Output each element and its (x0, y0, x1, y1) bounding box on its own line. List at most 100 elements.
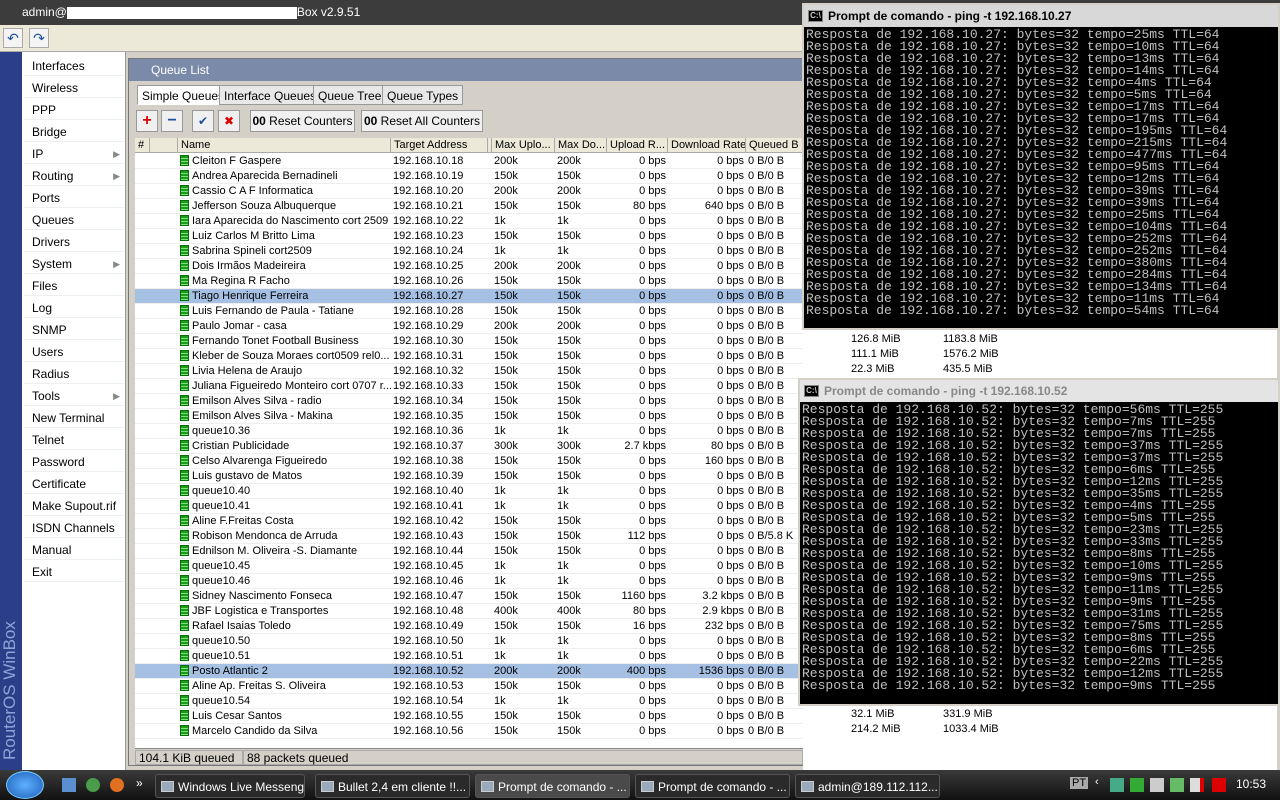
column-header[interactable]: Max Uplo... (492, 138, 555, 153)
table-row[interactable]: Cassio C A F Informatica 192.168.10.20 200… (135, 184, 803, 199)
signal-icon[interactable] (1130, 778, 1144, 792)
menu-item-exit[interactable]: Exit (24, 562, 124, 582)
table-row[interactable]: queue10.36 192.168.10.36 1k 1k 0 bps 0 bps 0 B… (135, 424, 803, 439)
menu-item-files[interactable]: Files (24, 276, 124, 296)
table-row[interactable]: Iara Aparecida do Nascimento cort 2509 19… (135, 214, 803, 229)
table-row[interactable]: Dois Irmãos Madeireira 192.168.10.25 200k 2… (135, 259, 803, 274)
table-row[interactable]: queue10.45 192.168.10.45 1k 1k 0 bps 0 bps 0 B… (135, 559, 803, 574)
table-row[interactable]: queue10.41 192.168.10.41 1k 1k 0 bps 0 bps 0 B… (135, 499, 803, 514)
table-row[interactable]: Sidney Nascimento Fonseca 192.168.10.47 15… (135, 589, 803, 604)
taskbar-button[interactable]: Prompt de comando - ... (475, 774, 630, 798)
menu-item-drivers[interactable]: Drivers (24, 232, 124, 252)
console-window-1[interactable]: C:\ Prompt de comando - ping -t 192.168.1… (802, 3, 1280, 330)
table-row[interactable]: Sabrina Spineli cort2509 192.168.10.24 1k 1… (135, 244, 803, 259)
table-row[interactable]: Ma Regina R Facho 192.168.10.26 150k 150k 0 … (135, 274, 803, 289)
table-row[interactable]: Robison Mendonca de Arruda 192.168.10.43 1… (135, 529, 803, 544)
tab-simple-queues[interactable]: Simple Queues (137, 85, 230, 105)
remove-button[interactable]: − (161, 110, 183, 132)
table-row[interactable]: Marcelo Candido da Silva 192.168.10.56 150… (135, 724, 803, 739)
clock[interactable]: 10:53 (1236, 777, 1266, 791)
table-row[interactable]: Emilson Alves Silva - Makina 192.168.10.3… (135, 409, 803, 424)
tab-queue-tree[interactable]: Queue Tree (313, 85, 387, 105)
menu-item-ip[interactable]: IP ▶ (24, 144, 124, 164)
table-row[interactable]: Rafael Isaias Toledo 192.168.10.49 150k 150… (135, 619, 803, 634)
table-row[interactable]: JBF Logistica e Transportes 192.168.10.48… (135, 604, 803, 619)
table-row[interactable]: Posto Atlantic 2 192.168.10.52 200k 200k 400… (135, 664, 803, 679)
table-row[interactable]: Cristian Publicidade 192.168.10.37 300k 300… (135, 439, 803, 454)
start-button[interactable] (6, 771, 44, 799)
menu-item-routing[interactable]: Routing ▶ (24, 166, 124, 186)
table-row[interactable]: queue10.51 192.168.10.51 1k 1k 0 bps 0 bps 0 B… (135, 649, 803, 664)
table-row[interactable]: Luis gustavo de Matos 192.168.10.39 150k 15… (135, 469, 803, 484)
skype-icon[interactable] (1150, 778, 1164, 792)
firefox-icon[interactable] (110, 778, 124, 792)
redo-button[interactable]: ↷ (29, 28, 49, 48)
menu-item-queues[interactable]: Queues (24, 210, 124, 230)
table-row[interactable]: Luiz Carlos M Britto Lima 192.168.10.23 15… (135, 229, 803, 244)
security-icon[interactable] (1170, 778, 1184, 792)
taskbar-button[interactable]: Bullet 2,4 em cliente !!... (315, 774, 470, 798)
menu-item-wireless[interactable]: Wireless (24, 78, 124, 98)
table-row[interactable]: Tiago Henrique Ferreira 192.168.10.27 150k… (135, 289, 803, 304)
table-row[interactable]: Luis Fernando de Paula - Tatiane 192.168.… (135, 304, 803, 319)
table-row[interactable]: queue10.54 192.168.10.54 1k 1k 0 bps 0 bps 0 B… (135, 694, 803, 709)
disable-button[interactable]: ✖ (218, 110, 240, 132)
menu-item-new-terminal[interactable]: New Terminal (24, 408, 124, 428)
menu-item-ppp[interactable]: PPP (24, 100, 124, 120)
menu-item-isdn-channels[interactable]: ISDN Channels (24, 518, 124, 538)
table-row[interactable]: Andrea Aparecida Bernadineli 192.168.10.1… (135, 169, 803, 184)
column-header[interactable]: Download Rate (668, 138, 746, 153)
table-row[interactable]: Kleber de Souza Moraes cort0509 rel0... 1… (135, 349, 803, 364)
table-row[interactable]: Jefferson Souza Albuquerque 192.168.10.21… (135, 199, 803, 214)
table-row[interactable]: queue10.40 192.168.10.40 1k 1k 0 bps 0 bps 0 B… (135, 484, 803, 499)
menu-item-system[interactable]: System ▶ (24, 254, 124, 274)
table-row-partial[interactable] (135, 739, 803, 748)
enable-button[interactable]: ✔ (192, 110, 214, 132)
tray-expand-icon[interactable]: ‹ (1095, 776, 1099, 788)
add-button[interactable]: + (136, 110, 158, 132)
menu-item-certificate[interactable]: Certificate (24, 474, 124, 494)
table-row[interactable]: Emilson Alves Silva - radio 192.168.10.34… (135, 394, 803, 409)
column-header[interactable]: Max Do... (555, 138, 607, 153)
menu-item-manual[interactable]: Manual (24, 540, 124, 560)
table-row[interactable]: Celso Alvarenga Figueiredo 192.168.10.38 1… (135, 454, 803, 469)
menu-item-password[interactable]: Password (24, 452, 124, 472)
antivirus-icon[interactable] (1212, 778, 1226, 792)
menu-item-snmp[interactable]: SNMP (24, 320, 124, 340)
table-row[interactable]: Aline F.Freitas Costa 192.168.10.42 150k 15… (135, 514, 803, 529)
taskbar-button[interactable]: Prompt de comando - ... (635, 774, 790, 798)
column-header[interactable]: # (135, 138, 150, 153)
table-row[interactable]: Fernando Tonet Football Business 192.168.… (135, 334, 803, 349)
table-row[interactable]: Ednilson M. Oliveira -S. Diamante 192.168… (135, 544, 803, 559)
column-header[interactable]: Upload R... (607, 138, 668, 153)
console-window-2[interactable]: C:\ Prompt de comando - ping -t 192.168.1… (798, 378, 1280, 706)
tab-queue-types[interactable]: Queue Types (382, 85, 464, 105)
menu-item-tools[interactable]: Tools ▶ (24, 386, 124, 406)
table-row[interactable]: Juliana Figueiredo Monteiro cort 0707 r.… (135, 379, 803, 394)
language-indicator[interactable]: PT (1070, 777, 1089, 789)
table-row[interactable]: Livia Helena de Araujo 192.168.10.32 150k 1… (135, 364, 803, 379)
column-header[interactable]: Queued B (746, 138, 803, 153)
more-icon[interactable]: » (136, 776, 143, 790)
table-row[interactable]: queue10.46 192.168.10.46 1k 1k 0 bps 0 bps 0 B… (135, 574, 803, 589)
menu-item-telnet[interactable]: Telnet (24, 430, 124, 450)
menu-item-radius[interactable]: Radius (24, 364, 124, 384)
show-desktop-icon[interactable] (62, 778, 76, 792)
menu-item-make-supout-rif[interactable]: Make Supout.rif (24, 496, 124, 516)
reset-all-counters-button[interactable]: 00 Reset All Counters (361, 110, 483, 132)
table-row[interactable]: Paulo Jomar - casa 192.168.10.29 200k 200k 0… (135, 319, 803, 334)
column-header[interactable] (150, 138, 178, 153)
reset-counters-button[interactable]: 00 Reset Counters (250, 110, 355, 132)
column-header[interactable]: Target Address (391, 138, 488, 153)
table-row[interactable]: Aline Ap. Freitas S. Oliveira 192.168.10.… (135, 679, 803, 694)
menu-item-bridge[interactable]: Bridge (24, 122, 124, 142)
table-row[interactable]: queue10.50 192.168.10.50 1k 1k 0 bps 0 bps 0 B… (135, 634, 803, 649)
menu-item-interfaces[interactable]: Interfaces (24, 56, 124, 76)
network-disconnected-icon[interactable] (1190, 778, 1204, 792)
table-row[interactable]: Luis Cesar Santos 192.168.10.55 150k 150k 0 … (135, 709, 803, 724)
menu-item-users[interactable]: Users (24, 342, 124, 362)
tab-interface-queues[interactable]: Interface Queues (219, 85, 322, 105)
menu-item-log[interactable]: Log (24, 298, 124, 318)
taskbar-button[interactable]: admin@189.112.112.... (795, 774, 940, 798)
taskbar-button[interactable]: Windows Live Messenger (155, 774, 305, 798)
